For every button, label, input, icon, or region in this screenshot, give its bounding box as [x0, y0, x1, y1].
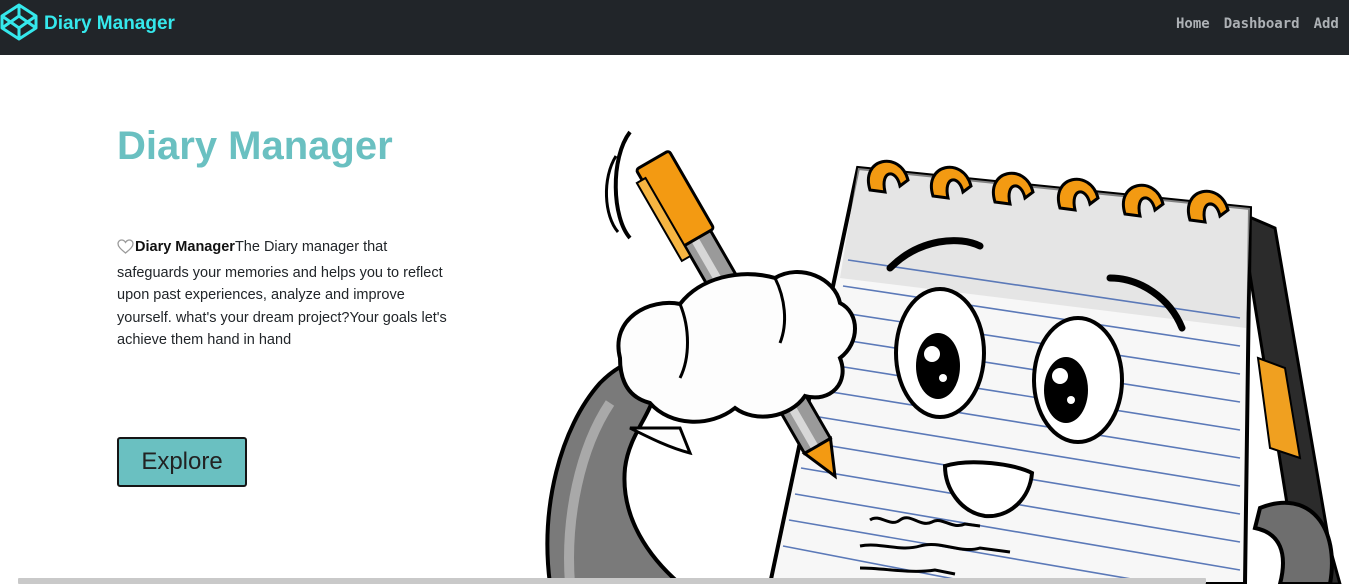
nav-links: Home Dashboard Add: [1176, 16, 1339, 32]
nav-link-dashboard[interactable]: Dashboard: [1224, 16, 1300, 32]
description-text: The Diary manager that safeguards your m…: [117, 239, 447, 349]
hero-description: Diary ManagerThe Diary manager that safe…: [117, 236, 447, 352]
page-title: Diary Manager: [117, 124, 393, 168]
codepen-cube-icon: [0, 3, 38, 45]
cartoon-notebook-holding-pen-image: [545, 130, 1342, 584]
nav-link-add[interactable]: Add: [1314, 16, 1339, 32]
description-bold: Diary Manager: [135, 239, 235, 255]
brand-link[interactable]: Diary Manager: [0, 3, 175, 45]
explore-button[interactable]: Explore: [117, 437, 247, 487]
navbar: Diary Manager Home Dashboard Add: [0, 0, 1349, 55]
nav-link-home[interactable]: Home: [1176, 16, 1210, 32]
heart-outline-icon: [117, 239, 135, 262]
horizontal-scrollbar[interactable]: [18, 578, 1206, 584]
brand-text: Diary Manager: [44, 13, 175, 34]
